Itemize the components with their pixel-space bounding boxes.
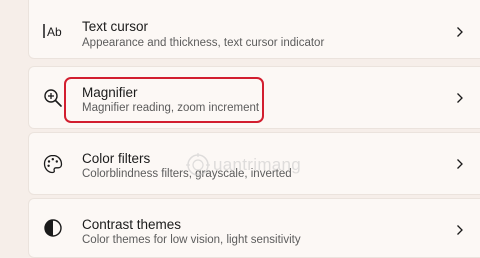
settings-item-title: Color filters xyxy=(82,151,151,166)
highlight-box xyxy=(64,77,264,123)
accessibility-settings-list: Ab Text cursor Appearance and thickness,… xyxy=(28,0,480,258)
chevron-right-icon xyxy=(453,157,467,171)
settings-item-text-cursor[interactable]: Ab Text cursor Appearance and thickness,… xyxy=(28,0,480,59)
chevron-right-icon xyxy=(453,91,467,105)
color-palette-icon xyxy=(42,153,64,175)
contrast-icon xyxy=(42,217,64,239)
chevron-right-icon xyxy=(453,25,467,39)
watermark: uantrimang xyxy=(185,152,301,178)
settings-item-title: Text cursor xyxy=(82,19,149,34)
settings-item-contrast-themes[interactable]: Contrast themes Color themes for low vis… xyxy=(28,198,480,258)
watermark-text: uantrimang xyxy=(213,155,302,174)
settings-item-description: Color themes for low vision, light sensi… xyxy=(82,234,301,246)
text-cursor-icon: Ab xyxy=(42,20,64,42)
svg-text:Ab: Ab xyxy=(47,25,62,39)
settings-item-description: Appearance and thickness, text cursor in… xyxy=(82,37,325,49)
chevron-right-icon xyxy=(453,223,467,237)
magnifier-icon xyxy=(42,87,64,109)
watermark-logo-icon xyxy=(186,153,210,177)
settings-item-title: Contrast themes xyxy=(82,217,182,232)
